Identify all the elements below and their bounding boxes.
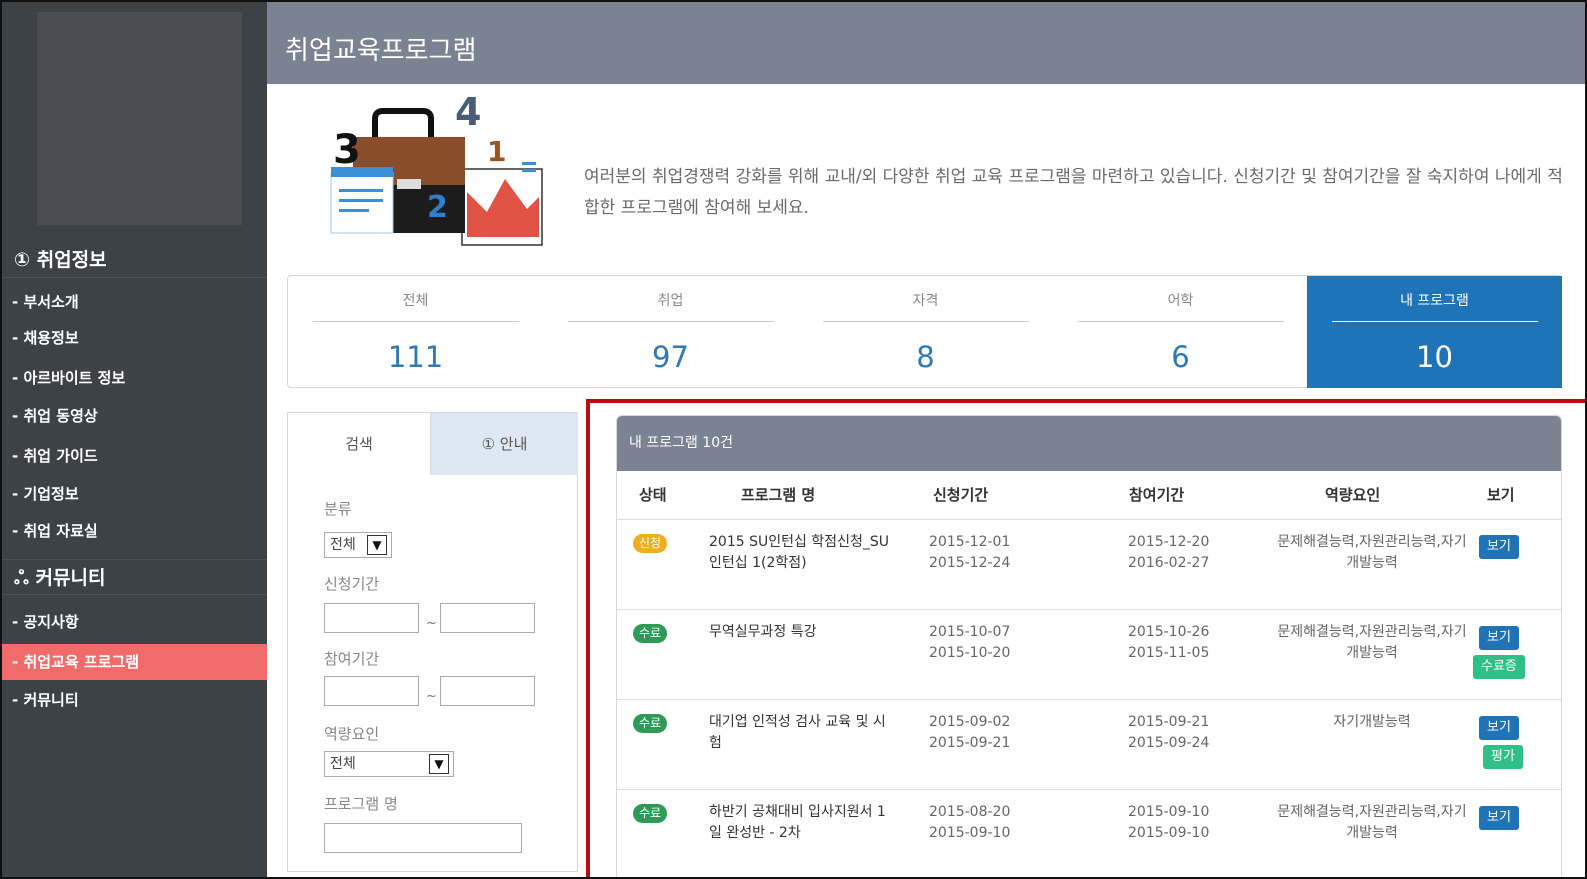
apply-end-input[interactable] xyxy=(440,603,535,633)
stat-count: 97 xyxy=(652,340,689,374)
range-tilde: ~ xyxy=(426,689,437,704)
sidebar-item-department[interactable]: - 부서소개 xyxy=(2,288,267,316)
stat-count: 111 xyxy=(387,340,444,374)
stat-count: 6 xyxy=(1171,340,1190,374)
logo-placeholder xyxy=(37,12,242,225)
stat-count: 8 xyxy=(916,340,935,374)
stat-label: 취업 xyxy=(567,290,774,322)
stat-employment[interactable]: 취업 97 xyxy=(543,276,798,388)
program-name-input[interactable] xyxy=(324,823,522,853)
highlight-annotation-box xyxy=(586,399,1585,877)
chevron-down-icon: ▼ xyxy=(367,535,387,555)
section-employment-info: ① 취업정보 xyxy=(2,242,267,278)
sidebar-item-companies[interactable]: - 기업정보 xyxy=(2,480,267,508)
stat-language[interactable]: 어학 6 xyxy=(1053,276,1308,388)
svg-text:3: 3 xyxy=(333,127,361,173)
svg-text:2: 2 xyxy=(427,190,448,225)
sidebar: ① 취업정보 - 부서소개 - 채용정보 - 아르바이트 정보 - 취업 동영상… xyxy=(2,2,267,877)
intro-text: 여러분의 취업경쟁력 강화를 위해 교내/외 다양한 취업 교육 프로그램을 마… xyxy=(584,167,1563,218)
capability-label: 역량요인 xyxy=(324,725,380,743)
program-category-stats: 전체 111 취업 97 자격 8 어학 6 내 프로그램 10 xyxy=(287,275,1562,388)
section-community: ஃ 커뮤니티 xyxy=(2,559,267,595)
svg-text:1: 1 xyxy=(487,135,506,168)
sidebar-item-community[interactable]: - 커뮤니티 xyxy=(2,686,267,714)
stat-label: 내 프로그램 xyxy=(1331,290,1538,322)
sidebar-item-archive[interactable]: - 취업 자료실 xyxy=(2,517,267,545)
search-panel: 검색 ① 안내 분류 전체 ▼ 신청기간 ~ 참여기간 ~ 역량요인 전체 ▼ … xyxy=(287,412,578,872)
page-title: 취업교육프로그램 xyxy=(285,36,477,66)
sidebar-item-parttime[interactable]: - 아르바이트 정보 xyxy=(2,364,267,392)
participation-period-label: 참여기간 xyxy=(324,650,380,668)
stat-count: 10 xyxy=(1416,340,1453,374)
capability-select[interactable]: 전체 ▼ xyxy=(324,751,454,777)
category-label: 분류 xyxy=(324,500,352,518)
app-frame: ① 취업정보 - 부서소개 - 채용정보 - 아르바이트 정보 - 취업 동영상… xyxy=(0,0,1587,879)
range-tilde: ~ xyxy=(426,616,437,631)
stat-certification[interactable]: 자격 8 xyxy=(798,276,1053,388)
stat-label: 전체 xyxy=(312,290,519,322)
sidebar-item-guide[interactable]: - 취업 가이드 xyxy=(2,442,267,470)
briefcase-illustration: 3 4 1 2 xyxy=(330,97,543,246)
capability-select-value: 전체 xyxy=(330,756,356,772)
stat-my-program[interactable]: 내 프로그램 10 xyxy=(1307,276,1562,388)
sidebar-item-notice[interactable]: - 공지사항 xyxy=(2,608,267,636)
stat-label: 어학 xyxy=(1077,290,1284,322)
stat-all[interactable]: 전체 111 xyxy=(288,276,543,388)
apply-period-label: 신청기간 xyxy=(324,575,380,593)
tab-info[interactable]: ① 안내 xyxy=(430,413,578,475)
chevron-down-icon: ▼ xyxy=(429,754,449,774)
tab-search[interactable]: 검색 xyxy=(288,413,430,475)
participation-start-input[interactable] xyxy=(324,676,419,706)
apply-start-input[interactable] xyxy=(324,603,419,633)
sidebar-item-jobs[interactable]: - 채용정보 xyxy=(2,324,267,352)
program-name-label: 프로그램 명 xyxy=(324,795,398,813)
page-header: 취업교육프로그램 xyxy=(267,2,1585,84)
participation-end-input[interactable] xyxy=(440,676,535,706)
category-select[interactable]: 전체 ▼ xyxy=(324,532,392,558)
svg-text:4: 4 xyxy=(455,97,481,134)
sidebar-item-training-program[interactable]: - 취업교육 프로그램 xyxy=(2,644,267,680)
stat-label: 자격 xyxy=(822,290,1029,322)
category-select-value: 전체 xyxy=(330,537,356,553)
sidebar-item-videos[interactable]: - 취업 동영상 xyxy=(2,402,267,430)
